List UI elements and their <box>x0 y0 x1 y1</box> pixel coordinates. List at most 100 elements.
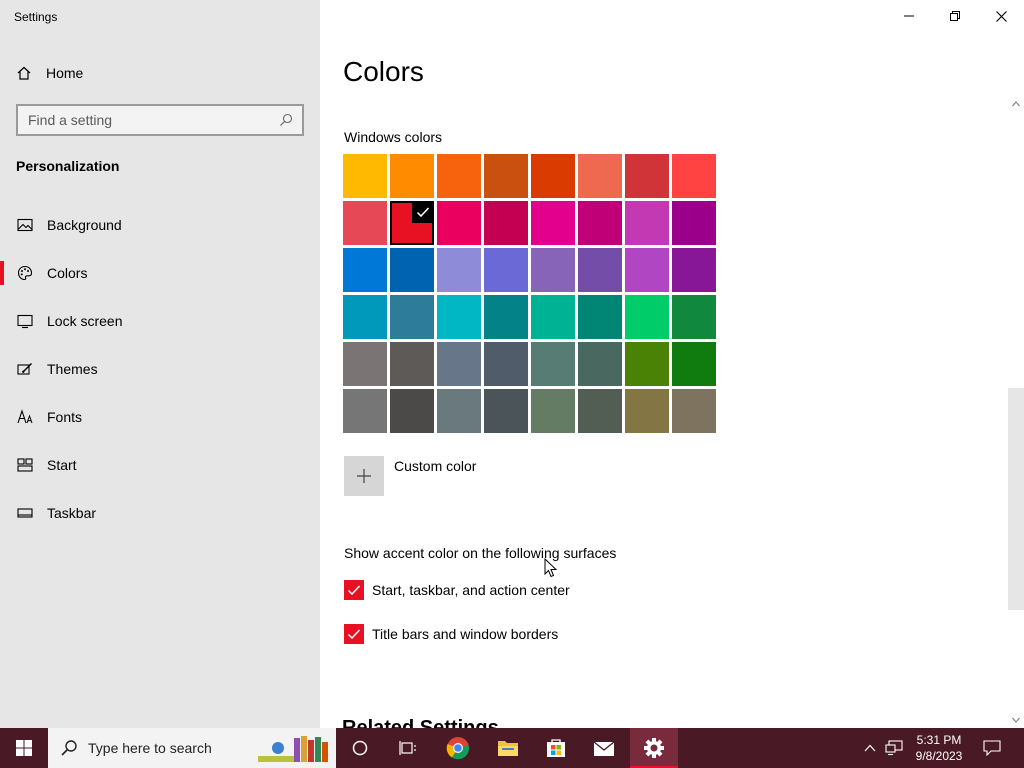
custom-color-label[interactable]: Custom color <box>394 458 476 474</box>
color-swatch[interactable] <box>578 201 622 245</box>
color-swatch[interactable] <box>437 248 481 292</box>
checkbox-checked[interactable] <box>344 580 364 600</box>
fonts-icon <box>17 409 33 425</box>
color-swatch[interactable] <box>343 342 387 386</box>
color-swatch[interactable] <box>672 248 716 292</box>
color-swatch[interactable] <box>672 295 716 339</box>
sidebar-item-colors[interactable]: Colors <box>0 249 320 297</box>
color-swatch[interactable] <box>343 248 387 292</box>
color-swatch[interactable] <box>484 389 528 433</box>
color-swatch[interactable] <box>437 389 481 433</box>
color-swatch[interactable] <box>672 389 716 433</box>
checkbox-title-bars[interactable]: Title bars and window borders <box>344 624 558 644</box>
sidebar-item-lock-screen[interactable]: Lock screen <box>0 297 320 345</box>
color-swatch[interactable] <box>484 154 528 198</box>
color-swatch[interactable] <box>437 201 481 245</box>
sidebar-item-fonts[interactable]: Fonts <box>0 393 320 441</box>
nav-home[interactable]: Home <box>0 56 320 90</box>
close-button[interactable] <box>978 0 1024 32</box>
sidebar-item-taskbar[interactable]: Taskbar <box>0 489 320 537</box>
color-swatch[interactable] <box>390 295 434 339</box>
color-swatch[interactable] <box>484 342 528 386</box>
sidebar-item-label: Fonts <box>47 409 83 425</box>
related-settings-heading: Related Settings <box>342 717 499 728</box>
color-swatch[interactable] <box>578 154 622 198</box>
mail-icon <box>593 741 615 756</box>
color-swatch[interactable] <box>625 248 669 292</box>
show-hidden-icons-button[interactable] <box>858 728 882 768</box>
color-swatch[interactable] <box>531 389 575 433</box>
color-swatch[interactable] <box>578 248 622 292</box>
color-swatch[interactable] <box>390 342 434 386</box>
color-swatch[interactable] <box>672 342 716 386</box>
search-icon[interactable] <box>278 112 294 128</box>
color-swatch[interactable] <box>672 154 716 198</box>
chevron-up-icon <box>1012 101 1020 107</box>
color-swatch[interactable] <box>484 201 528 245</box>
color-swatch-selected[interactable] <box>390 201 434 245</box>
color-swatch[interactable] <box>390 154 434 198</box>
scroll-down-button[interactable] <box>1008 712 1024 728</box>
checkbox-label: Start, taskbar, and action center <box>372 582 570 598</box>
scroll-up-button[interactable] <box>1008 96 1024 112</box>
sidebar-item-background[interactable]: Background <box>0 201 320 249</box>
chevron-down-icon <box>1012 717 1020 723</box>
color-swatch[interactable] <box>343 154 387 198</box>
color-swatch[interactable] <box>531 342 575 386</box>
network-button[interactable] <box>882 728 906 768</box>
chrome-taskbar-button[interactable] <box>436 728 480 768</box>
checkbox-checked[interactable] <box>344 624 364 644</box>
find-setting-input[interactable] <box>28 112 278 128</box>
color-swatch[interactable] <box>531 201 575 245</box>
color-swatch[interactable] <box>625 295 669 339</box>
books-icon <box>258 736 328 762</box>
search-icon <box>61 740 77 756</box>
find-setting-search[interactable] <box>16 104 304 136</box>
taskbar-clock[interactable]: 5:31 PM 9/8/2023 <box>904 728 974 768</box>
color-swatch[interactable] <box>390 389 434 433</box>
color-swatch[interactable] <box>484 248 528 292</box>
custom-color-button[interactable] <box>344 456 384 496</box>
taskbar-icon <box>17 505 33 521</box>
color-swatch[interactable] <box>343 295 387 339</box>
checkbox-start-taskbar[interactable]: Start, taskbar, and action center <box>344 580 570 600</box>
taskbar-search-box[interactable]: Type here to search <box>48 728 336 768</box>
settings-taskbar-button[interactable] <box>630 728 678 768</box>
restore-button[interactable] <box>932 0 978 32</box>
color-swatch[interactable] <box>437 154 481 198</box>
color-swatch[interactable] <box>531 248 575 292</box>
color-swatch[interactable] <box>625 342 669 386</box>
lock-screen-icon <box>17 313 33 329</box>
color-swatch[interactable] <box>625 154 669 198</box>
scrollbar-thumb[interactable] <box>1008 388 1024 610</box>
chrome-icon <box>446 737 470 760</box>
checkmark-icon <box>412 201 434 223</box>
cortana-button[interactable] <box>338 728 382 768</box>
store-taskbar-button[interactable] <box>534 728 578 768</box>
color-swatch[interactable] <box>578 389 622 433</box>
color-swatch[interactable] <box>625 389 669 433</box>
sidebar-item-start[interactable]: Start <box>0 441 320 489</box>
color-swatch[interactable] <box>437 295 481 339</box>
start-button[interactable] <box>0 728 48 768</box>
color-swatch[interactable] <box>390 248 434 292</box>
store-icon <box>547 739 565 757</box>
sidebar-item-label: Taskbar <box>47 505 97 521</box>
mail-taskbar-button[interactable] <box>582 728 626 768</box>
color-swatch[interactable] <box>531 295 575 339</box>
minimize-button[interactable] <box>886 0 932 32</box>
color-swatch[interactable] <box>578 342 622 386</box>
task-view-button[interactable] <box>386 728 430 768</box>
color-swatch[interactable] <box>531 154 575 198</box>
color-swatch[interactable] <box>343 389 387 433</box>
color-swatch[interactable] <box>437 342 481 386</box>
color-swatch[interactable] <box>625 201 669 245</box>
color-swatch[interactable] <box>672 201 716 245</box>
action-center-button[interactable] <box>976 728 1008 768</box>
color-swatch[interactable] <box>343 201 387 245</box>
file-explorer-taskbar-button[interactable] <box>486 728 530 768</box>
plus-icon <box>357 469 371 483</box>
color-swatch[interactable] <box>578 295 622 339</box>
sidebar-item-themes[interactable]: Themes <box>0 345 320 393</box>
color-swatch[interactable] <box>484 295 528 339</box>
